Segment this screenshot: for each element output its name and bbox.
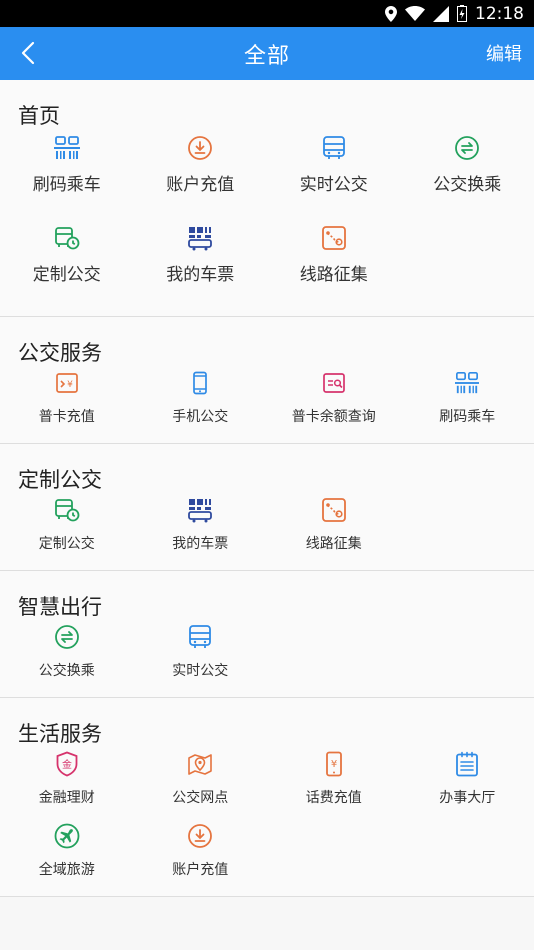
phone-bill-icon: ¥ <box>320 750 348 778</box>
transfer-icon <box>53 623 81 651</box>
map-pin-icon <box>186 750 214 778</box>
section-custom-bus: 定制公交 定制公交 我的车票 线路征集 <box>0 444 534 571</box>
shortcut-custom-bus[interactable]: 定制公交 <box>0 218 134 308</box>
shortcut-tourism[interactable]: 全域旅游 <box>0 818 134 890</box>
wifi-icon <box>405 6 425 21</box>
shortcut-label: 线路征集 <box>305 536 362 552</box>
phone-icon <box>186 369 214 397</box>
shortcut-label: 普卡余额查询 <box>291 409 376 425</box>
section-title: 定制公交 <box>18 468 102 492</box>
nav-bar: 全部 编辑 <box>0 27 534 80</box>
shortcut-my-tickets[interactable]: 我的车票 <box>134 492 268 564</box>
shortcut-bus-outlets[interactable]: 公交网点 <box>134 746 268 818</box>
card-balance-icon <box>320 369 348 397</box>
shortcut-realtime-bus[interactable]: 实时公交 <box>267 128 401 218</box>
shortcut-label: 金融理财 <box>38 790 95 806</box>
route-map-icon <box>320 496 348 524</box>
custom-bus-clock-icon <box>53 224 81 252</box>
section-title: 智慧出行 <box>18 595 102 619</box>
notepad-icon <box>453 750 481 778</box>
shortcut-label: 全域旅游 <box>38 862 95 878</box>
shortcut-bus-transfer[interactable]: 公交换乘 <box>0 619 134 691</box>
shortcut-account-recharge[interactable]: 账户充值 <box>134 128 268 218</box>
shortcut-phone-bill[interactable]: ¥ 话费充值 <box>267 746 401 818</box>
shortcut-label: 普卡充值 <box>38 409 95 425</box>
section-title: 生活服务 <box>18 722 102 746</box>
shortcut-realtime-bus[interactable]: 实时公交 <box>134 619 268 691</box>
back-button[interactable] <box>14 39 42 67</box>
edit-button[interactable]: 编辑 <box>486 40 522 66</box>
shortcut-label: 账户充值 <box>166 175 235 195</box>
chevron-left-icon <box>21 41 35 65</box>
bus-icon <box>320 134 348 162</box>
shortcut-label: 定制公交 <box>38 536 95 552</box>
shortcut-scan-ride[interactable]: 刷码乘车 <box>0 128 134 218</box>
shortcut-label: 实时公交 <box>172 663 229 679</box>
transfer-icon <box>453 134 481 162</box>
shortcut-label: 我的车票 <box>166 265 235 285</box>
shortcut-label: 办事大厅 <box>439 790 496 806</box>
status-time: 12:18 <box>475 3 524 24</box>
shortcut-label: 线路征集 <box>299 265 368 285</box>
route-map-icon <box>320 224 348 252</box>
shortcut-label: 手机公交 <box>172 409 229 425</box>
download-circle-icon <box>186 134 214 162</box>
shortcut-card-recharge[interactable]: ¥ 普卡充值 <box>0 365 134 437</box>
card-recharge-icon: ¥ <box>53 369 81 397</box>
plane-icon <box>53 822 81 850</box>
section-title: 公交服务 <box>18 341 102 365</box>
shortcut-scan-ride[interactable]: 刷码乘车 <box>401 365 534 437</box>
section-bus-services: 公交服务 ¥ 普卡充值 手机公交 普卡余额查询 刷码乘车 <box>0 317 534 444</box>
status-bar: 12:18 <box>0 0 534 27</box>
location-icon <box>385 5 397 22</box>
ticket-qr-icon <box>186 496 214 524</box>
shortcut-label: 公交换乘 <box>38 663 95 679</box>
qr-scan-icon <box>453 369 481 397</box>
shortcut-label: 实时公交 <box>299 175 368 195</box>
shortcut-route-collection[interactable]: 线路征集 <box>267 492 401 564</box>
download-circle-icon <box>186 822 214 850</box>
bus-icon <box>186 623 214 651</box>
shortcut-label: 账户充值 <box>172 862 229 878</box>
section-smart-travel: 智慧出行 公交换乘 实时公交 <box>0 571 534 698</box>
svg-text:¥: ¥ <box>331 759 337 770</box>
battery-icon <box>457 5 467 22</box>
page-title: 全部 <box>243 43 290 69</box>
shortcut-label: 公交网点 <box>172 790 229 806</box>
finance-shield-icon: 金 <box>53 750 81 778</box>
shortcut-label: 公交换乘 <box>433 175 502 195</box>
custom-bus-clock-icon <box>53 496 81 524</box>
content: 首页 刷码乘车 账户充值 实时公交 公交换乘 定制公交 我的车票 线路征集 公交… <box>0 80 534 897</box>
shortcut-label: 我的车票 <box>172 536 229 552</box>
svg-text:金: 金 <box>62 758 72 771</box>
shortcut-bus-transfer[interactable]: 公交换乘 <box>401 128 534 218</box>
shortcut-label: 话费充值 <box>305 790 362 806</box>
shortcut-label: 刷码乘车 <box>32 175 101 195</box>
shortcut-finance[interactable]: 金 金融理财 <box>0 746 134 818</box>
shortcut-mobile-bus[interactable]: 手机公交 <box>134 365 268 437</box>
shortcut-custom-bus[interactable]: 定制公交 <box>0 492 134 564</box>
qr-scan-icon <box>53 134 81 162</box>
section-title: 首页 <box>18 104 60 128</box>
svg-text:¥: ¥ <box>67 380 73 390</box>
ticket-qr-icon <box>186 224 214 252</box>
shortcut-label: 刷码乘车 <box>439 409 496 425</box>
signal-icon <box>433 5 449 22</box>
section-home: 首页 刷码乘车 账户充值 实时公交 公交换乘 定制公交 我的车票 线路征集 <box>0 80 534 317</box>
shortcut-label: 定制公交 <box>32 265 101 285</box>
shortcut-account-recharge[interactable]: 账户充值 <box>134 818 268 890</box>
shortcut-my-tickets[interactable]: 我的车票 <box>134 218 268 308</box>
section-life-services: 生活服务 金 金融理财 公交网点 ¥ 话费充值 办事大厅 全域旅游 账户充值 <box>0 698 534 897</box>
shortcut-route-collection[interactable]: 线路征集 <box>267 218 401 308</box>
shortcut-card-balance[interactable]: 普卡余额查询 <box>267 365 401 437</box>
shortcut-service-hall[interactable]: 办事大厅 <box>401 746 534 818</box>
